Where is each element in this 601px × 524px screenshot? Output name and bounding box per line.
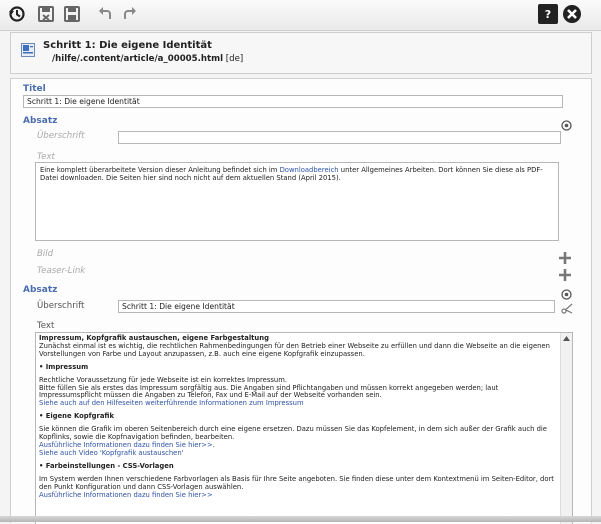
- resource-header: Schritt 1: Die eigene Identität /hilfe/.…: [10, 32, 592, 74]
- ueberschrift-input[interactable]: Schritt 1: Die eigene Identität: [118, 300, 555, 313]
- absatz-label: Absatz: [23, 116, 58, 126]
- text-label: Text: [37, 152, 55, 162]
- help-icon[interactable]: ?: [538, 4, 558, 24]
- rich-paragraph: Bitte füllen Sie als erstes das Impressu…: [39, 383, 499, 400]
- history-icon[interactable]: [6, 3, 28, 25]
- document-icon: [21, 42, 35, 61]
- text-textarea[interactable]: Eine komplett überarbeitete Version dies…: [35, 162, 559, 241]
- redo-icon[interactable]: [118, 3, 140, 25]
- bild-label: Bild: [37, 249, 54, 259]
- rich-paragraph: Zunächst einmal ist es wichtig, die rech…: [39, 341, 550, 358]
- rich-paragraph: Sie können die Grafik im oberen Seitenbe…: [39, 425, 547, 442]
- kopfgrafik-video-link[interactable]: Siehe auch Video 'Kopfgrafik austauschen…: [39, 449, 556, 458]
- page-title: Schritt 1: Die eigene Identität: [43, 40, 212, 51]
- absatz-options-icon[interactable]: [561, 116, 572, 135]
- rich-heading: • Eigene Kopfgrafik: [39, 412, 114, 421]
- absatz-label: Absatz: [23, 285, 58, 295]
- save-icon[interactable]: [61, 3, 83, 25]
- undo-icon[interactable]: [95, 3, 117, 25]
- locale-text: [de]: [225, 54, 244, 64]
- rich-text-editor[interactable]: Impressum, Kopfgrafik austauschen, eigen…: [35, 332, 573, 524]
- path-text: /hilfe/.content/article/a_00005.html: [52, 54, 224, 64]
- teaser-link-label: Teaser-Link: [37, 266, 86, 276]
- svg-text:?: ?: [545, 8, 551, 21]
- rich-heading: • Farbeinstellungen - CSS-Vorlagen: [39, 461, 174, 470]
- titel-input[interactable]: Schritt 1: Die eigene Identität: [23, 95, 563, 108]
- titel-label: Titel: [23, 84, 46, 94]
- editor-toolbar: ?: [0, 0, 601, 31]
- ueberschrift-label: Überschrift: [37, 301, 85, 311]
- rich-paragraph: Im System werden Ihnen verschiedene Farb…: [39, 474, 554, 491]
- editor-form: Titel Schritt 1: Die eigene Identität Ab…: [10, 78, 592, 524]
- rich-heading: • Impressum: [39, 362, 89, 371]
- css-vorlagen-link[interactable]: Ausführliche Informationen dazu finden S…: [39, 491, 556, 500]
- close-icon[interactable]: [561, 3, 583, 25]
- resource-path: /hilfe/.content/article/a_00005.html [de…: [52, 54, 243, 64]
- ueberschrift-input[interactable]: [118, 131, 561, 144]
- bottom-bar: [0, 516, 601, 522]
- scroll-up-icon[interactable]: [563, 336, 570, 344]
- scissors-icon[interactable]: [561, 299, 573, 318]
- impressum-link[interactable]: Siehe auch auf den Hilfeseiten weiterfüh…: [39, 399, 556, 408]
- add-teaser-link-icon[interactable]: [559, 266, 571, 285]
- ueberschrift-label: Überschrift: [37, 131, 85, 141]
- discard-icon[interactable]: [35, 3, 57, 25]
- text-label: Text: [37, 321, 55, 331]
- text-part: Eine komplett überarbeitete Version dies…: [40, 166, 280, 174]
- scrollbar[interactable]: [560, 333, 572, 524]
- downloadbereich-link[interactable]: Downloadbereich: [280, 166, 339, 174]
